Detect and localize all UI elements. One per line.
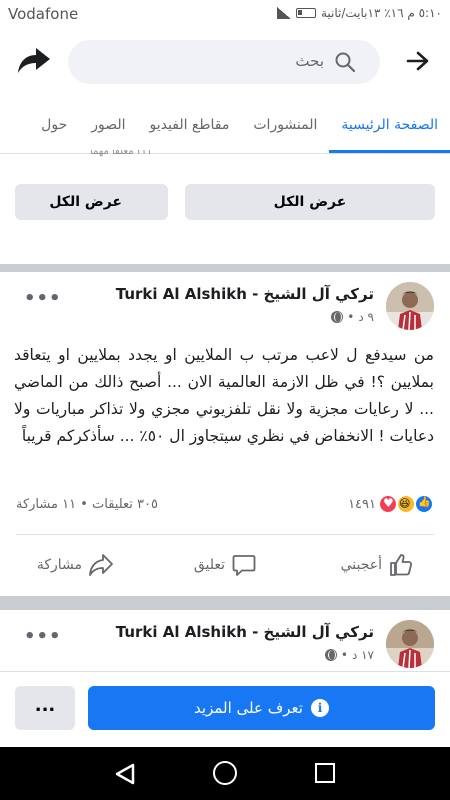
- comment-icon: [232, 555, 256, 576]
- post-meta: ١٧ د •: [324, 648, 374, 662]
- avatar[interactable]: [386, 620, 434, 668]
- comment-label: تعليق: [193, 557, 225, 573]
- like-icon: [390, 554, 413, 576]
- section-separator: [0, 264, 450, 272]
- info-icon: i: [310, 699, 329, 717]
- post-time: ٩ د: [358, 310, 374, 324]
- carrier-name: Vodafone: [8, 5, 79, 23]
- tab-home[interactable]: الصفحة الرئيسية: [329, 100, 450, 153]
- more-options-icon[interactable]: •••: [24, 626, 62, 647]
- learn-more-button[interactable]: i تعرف على المزيد: [88, 686, 435, 730]
- nav-recent-icon[interactable]: [315, 763, 335, 783]
- learn-more-label: تعرف على المزيد: [194, 699, 303, 717]
- avatar[interactable]: [386, 282, 434, 330]
- cut-off-text: ٢٢٢ معلقا مهما: [90, 150, 153, 157]
- search-icon: [335, 52, 356, 73]
- post-card: تركي آل الشيخ - Turki Al Alshikh ٩ د • •…: [0, 272, 450, 596]
- comment-button[interactable]: تعليق: [194, 547, 257, 583]
- cta-bar: ... i تعرف على المزيد: [0, 671, 450, 747]
- post-text: من سيدفع ل لاعب مرتب ب الملايين او يجدد …: [14, 346, 434, 445]
- view-all-button[interactable]: عرض الكل: [185, 184, 435, 220]
- system-nav-bar: [0, 747, 450, 800]
- view-all-partial-label: عرض الكل: [49, 194, 122, 210]
- tab-photos[interactable]: الصور: [79, 100, 137, 153]
- post-card: تركي آل الشيخ - Turki Al Alshikh ١٧ د • …: [0, 610, 450, 671]
- like-reaction-icon: [414, 494, 434, 514]
- status-right: ٥:١٠ م ١٦٪ ١٣بايت/ثانية: [276, 6, 442, 20]
- share-button[interactable]: مشاركة: [37, 547, 114, 583]
- search-input[interactable]: بحث: [68, 40, 380, 84]
- post-author[interactable]: تركي آل الشيخ - Turki Al Alshikh: [116, 285, 374, 303]
- haha-reaction-icon: [396, 494, 416, 514]
- love-reaction-icon: [378, 494, 398, 514]
- tab-posts[interactable]: المنشورات: [241, 100, 329, 153]
- reactions-summary[interactable]: ١٤٩١: [348, 494, 434, 514]
- more-options-icon[interactable]: •••: [24, 288, 62, 309]
- nav-back-icon[interactable]: [113, 762, 137, 786]
- status-bar: Vodafone ٥:١٠ م ١٦٪ ١٣بايت/ثانية: [0, 0, 450, 30]
- post-author[interactable]: تركي آل الشيخ - Turki Al Alshikh: [116, 623, 374, 641]
- share-arrow-icon[interactable]: [16, 44, 52, 76]
- post-meta: ٩ د •: [331, 310, 374, 324]
- top-bar: بحث: [0, 30, 450, 92]
- like-button[interactable]: أعجبني: [341, 547, 414, 583]
- globe-icon: [324, 649, 337, 661]
- share-label: مشاركة: [36, 557, 82, 573]
- divider: [16, 534, 434, 535]
- tab-videos[interactable]: مقاطع الفيديو: [138, 100, 242, 153]
- nav-home-icon[interactable]: [213, 761, 237, 785]
- tab-about[interactable]: حول: [29, 100, 79, 153]
- search-placeholder: بحث: [295, 52, 324, 70]
- battery-icon: [295, 8, 316, 18]
- like-label: أعجبني: [340, 557, 382, 573]
- share-icon: [89, 554, 113, 576]
- globe-icon: [331, 311, 344, 323]
- comments-shares-count[interactable]: ٣٠٥ تعليقات • ١١ مشاركة: [16, 497, 158, 512]
- post-time: ١٧ د: [351, 648, 374, 662]
- post-actions: أعجبني تعليق مشاركة: [0, 547, 450, 583]
- more-button[interactable]: ...: [15, 686, 75, 730]
- view-all-button-partial[interactable]: عرض الكل: [15, 184, 168, 220]
- reactions-count: ١٤٩١: [348, 496, 376, 512]
- section-separator: [0, 596, 450, 610]
- forward-arrow-icon[interactable]: [406, 50, 430, 72]
- signal-icon: [276, 7, 291, 19]
- status-text: ٥:١٠ م ١٦٪ ١٣بايت/ثانية: [320, 6, 442, 20]
- page-tabs: الصفحة الرئيسيةالمنشوراتمقاطع الفيديوالص…: [0, 100, 450, 154]
